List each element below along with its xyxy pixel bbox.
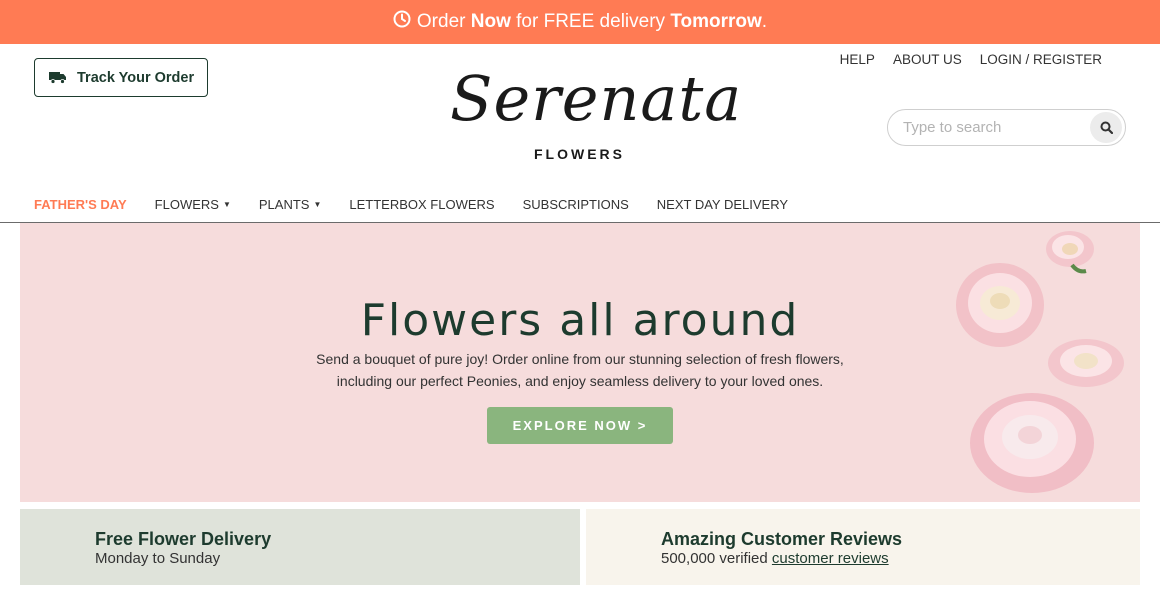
serenata-logo[interactable]: Serenata FLOWERS bbox=[450, 62, 741, 168]
peony-image-middle bbox=[1048, 339, 1124, 387]
main-nav: FATHER'S DAY FLOWERS ▼ PLANTS ▼ LETTERBOX … bbox=[20, 186, 802, 222]
nav-item-fathers-day[interactable]: FATHER'S DAY bbox=[20, 197, 141, 212]
hero-description-line1: Send a bouquet of pure joy! Order online… bbox=[316, 351, 844, 367]
peony-image-large bbox=[956, 263, 1044, 347]
track-order-button[interactable]: Track Your Order bbox=[34, 58, 208, 97]
nav-item-plants[interactable]: PLANTS ▼ bbox=[245, 197, 336, 212]
hero-banner: Flowers all around Send a bouquet of pur… bbox=[20, 223, 1140, 502]
logo-script: Serenata bbox=[450, 62, 743, 135]
chevron-down-icon: ▼ bbox=[313, 199, 322, 209]
customer-reviews-link[interactable]: customer reviews bbox=[772, 550, 889, 567]
free-delivery-title: Free Flower Delivery bbox=[95, 529, 272, 549]
promo-bar[interactable]: Order Now for FREE delivery Tomorrow. bbox=[0, 0, 1160, 44]
logo-subtitle: FLOWERS bbox=[534, 146, 625, 162]
login-register-link[interactable]: LOGIN / REGISTER bbox=[980, 52, 1102, 67]
chevron-down-icon: ▼ bbox=[222, 199, 231, 209]
track-order-label: Track Your Order bbox=[77, 69, 195, 86]
explore-now-button[interactable]: EXPLORE NOW > bbox=[487, 407, 673, 444]
search-box bbox=[887, 109, 1126, 146]
about-us-link[interactable]: ABOUT US bbox=[893, 52, 962, 67]
nav-item-subscriptions[interactable]: SUBSCRIPTIONS bbox=[509, 197, 643, 212]
clock-icon bbox=[393, 10, 411, 34]
free-delivery-subtitle: Monday to Sunday bbox=[95, 550, 221, 567]
free-delivery-panel: Free Flower Delivery Monday to Sunday bbox=[20, 509, 580, 585]
top-links: HELP ABOUT US LOGIN / REGISTER bbox=[840, 52, 1102, 67]
customer-reviews-title: Amazing Customer Reviews bbox=[661, 529, 903, 549]
nav-item-letterbox-flowers[interactable]: LETTERBOX FLOWERS bbox=[335, 197, 508, 212]
search-button[interactable] bbox=[1090, 112, 1122, 143]
peony-image-top bbox=[1046, 231, 1094, 274]
customer-reviews-subtitle: 500,000 verified customer reviews bbox=[661, 550, 889, 567]
search-icon bbox=[1100, 121, 1113, 134]
peony-image-bottom bbox=[970, 393, 1094, 493]
promo-text: Order Now for FREE delivery Tomorrow. bbox=[416, 11, 768, 32]
help-link[interactable]: HELP bbox=[840, 52, 875, 67]
nav-item-next-day-delivery[interactable]: NEXT DAY DELIVERY bbox=[643, 197, 802, 212]
truck-icon bbox=[49, 72, 66, 84]
search-input[interactable] bbox=[903, 119, 1083, 136]
nav-item-flowers[interactable]: FLOWERS ▼ bbox=[141, 197, 245, 212]
customer-reviews-panel: Amazing Customer Reviews 500,000 verifie… bbox=[586, 509, 1140, 585]
